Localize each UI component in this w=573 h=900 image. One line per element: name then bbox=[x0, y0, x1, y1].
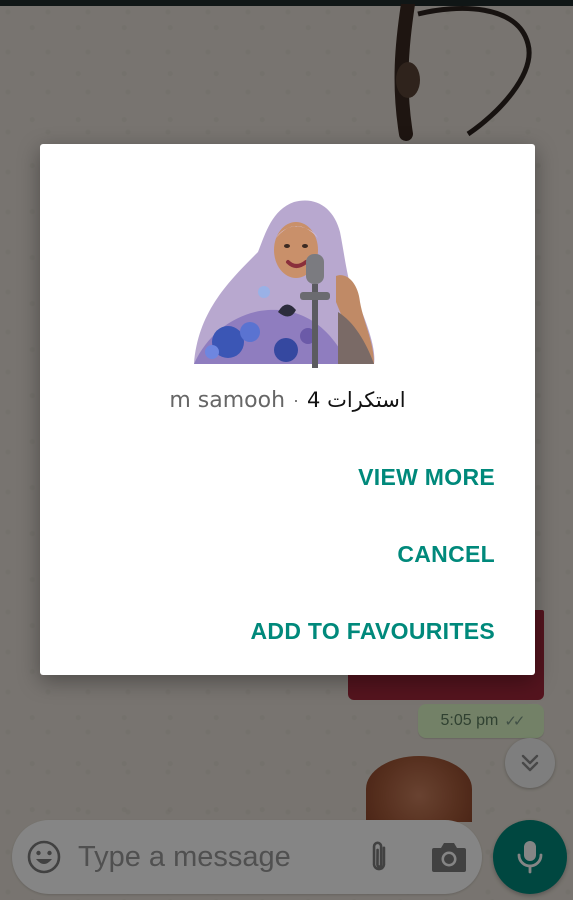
sticker-image bbox=[194, 200, 375, 368]
pack-author: m samooh bbox=[169, 387, 286, 413]
add-to-favourites-button[interactable]: ADD TO FAVOURITES bbox=[251, 618, 496, 645]
pack-sticker-count: استكرات 4 bbox=[307, 388, 406, 412]
sticker-preview-dialog: m samooh · استكرات 4 VIEW MORE CANCEL AD… bbox=[40, 144, 535, 675]
cancel-button[interactable]: CANCEL bbox=[397, 541, 495, 568]
view-more-button[interactable]: VIEW MORE bbox=[358, 464, 495, 491]
sticker-pack-info: m samooh · استكرات 4 bbox=[40, 382, 535, 418]
separator-dot: · bbox=[293, 389, 300, 410]
